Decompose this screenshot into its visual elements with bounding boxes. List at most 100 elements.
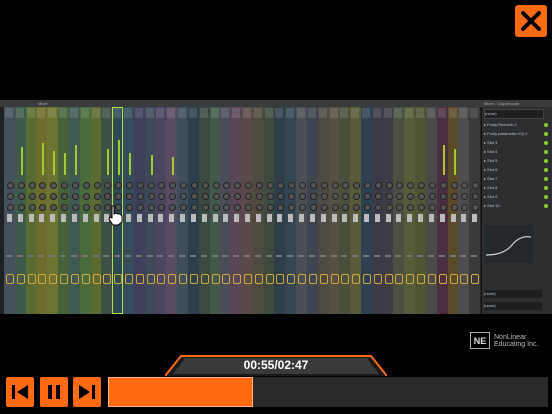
strip-knob[interactable]	[342, 193, 350, 200]
strip-knob[interactable]	[180, 204, 188, 211]
strip-knob[interactable]	[309, 182, 317, 189]
strip-knob[interactable]	[39, 182, 47, 189]
strip-route-badge[interactable]	[157, 274, 166, 284]
strip-knob[interactable]	[385, 193, 393, 200]
strip-route-badge[interactable]	[70, 274, 79, 284]
strip-knob[interactable]	[288, 193, 296, 200]
strip-knob[interactable]	[180, 193, 188, 200]
strip-knob[interactable]	[234, 193, 242, 200]
strip-fader[interactable]	[212, 214, 218, 222]
strip-knob[interactable]	[472, 204, 480, 211]
strip-knob[interactable]	[39, 193, 47, 200]
strip-fader[interactable]	[234, 214, 240, 222]
slot-enable-led[interactable]	[544, 150, 548, 154]
strip-knob[interactable]	[61, 204, 69, 211]
strip-knob[interactable]	[93, 204, 101, 211]
strip-knob[interactable]	[385, 182, 393, 189]
strip-fader[interactable]	[353, 214, 359, 222]
strip-knob[interactable]	[71, 204, 79, 211]
strip-fader[interactable]	[364, 214, 369, 222]
strip-knob[interactable]	[136, 182, 144, 189]
strip-fader[interactable]	[450, 214, 456, 222]
strip-route-badge[interactable]	[179, 274, 188, 284]
strip-knob[interactable]	[180, 182, 188, 189]
strip-fader[interactable]	[320, 214, 326, 222]
strip-knob[interactable]	[277, 193, 285, 200]
progress-bar[interactable]	[108, 377, 548, 407]
strip-fader[interactable]	[93, 214, 99, 222]
strip-route-badge[interactable]	[189, 274, 198, 284]
strip-knob[interactable]	[104, 193, 112, 200]
strip-knob[interactable]	[147, 182, 155, 189]
strip-knob[interactable]	[288, 182, 296, 189]
strip-route-badge[interactable]	[60, 274, 69, 284]
strip-knob[interactable]	[364, 204, 371, 211]
strip-knob[interactable]	[407, 193, 415, 200]
strip-fader[interactable]	[126, 214, 131, 222]
strip-route-badge[interactable]	[92, 274, 101, 284]
strip-knob[interactable]	[234, 182, 242, 189]
strip-knob[interactable]	[255, 204, 263, 211]
strip-route-badge[interactable]	[276, 274, 285, 284]
strip-knob[interactable]	[50, 182, 58, 189]
strip-knob[interactable]	[104, 182, 112, 189]
pause-button[interactable]	[40, 377, 68, 407]
strip-knob[interactable]	[7, 182, 14, 189]
strip-route-badge[interactable]	[395, 274, 404, 284]
strip-route-badge[interactable]	[49, 274, 58, 284]
strip-knob[interactable]	[439, 204, 447, 211]
strip-fader[interactable]	[147, 214, 153, 222]
strip-knob[interactable]	[353, 193, 361, 200]
strip-knob[interactable]	[255, 182, 263, 189]
insert-slot[interactable]: ▸ Slot 6	[484, 166, 542, 174]
strip-knob[interactable]	[374, 182, 382, 189]
strip-knob[interactable]	[331, 204, 339, 211]
strip-knob[interactable]	[266, 193, 274, 200]
strip-knob[interactable]	[126, 182, 133, 189]
slot-enable-led[interactable]	[544, 168, 548, 172]
strip-knob[interactable]	[245, 182, 252, 189]
strip-fader[interactable]	[288, 214, 294, 222]
strip-fader[interactable]	[158, 214, 164, 222]
strip-knob[interactable]	[158, 193, 166, 200]
strip-fader[interactable]	[28, 214, 34, 222]
strip-knob[interactable]	[331, 193, 339, 200]
strip-knob[interactable]	[277, 204, 285, 211]
strip-knob[interactable]	[158, 204, 166, 211]
mixer-strip[interactable]	[469, 107, 481, 314]
strip-knob[interactable]	[245, 204, 252, 211]
strip-route-badge[interactable]	[233, 274, 242, 284]
insert-slot[interactable]: ▸ Slot 8	[484, 184, 542, 192]
strip-knob[interactable]	[472, 182, 480, 189]
strip-route-badge[interactable]	[373, 274, 382, 284]
strip-fader[interactable]	[17, 214, 23, 222]
strip-knob[interactable]	[288, 204, 296, 211]
strip-knob[interactable]	[374, 204, 382, 211]
strip-route-badge[interactable]	[222, 274, 231, 284]
strip-fader[interactable]	[309, 214, 315, 222]
strip-knob[interactable]	[342, 182, 350, 189]
strip-knob[interactable]	[450, 182, 458, 189]
strip-knob[interactable]	[407, 182, 415, 189]
strip-knob[interactable]	[472, 193, 480, 200]
strip-knob[interactable]	[17, 193, 25, 200]
strip-fader[interactable]	[385, 214, 391, 222]
strip-knob[interactable]	[115, 182, 123, 189]
strip-knob[interactable]	[374, 193, 382, 200]
strip-knob[interactable]	[28, 182, 36, 189]
strip-knob[interactable]	[212, 182, 220, 189]
strip-knob[interactable]	[223, 193, 231, 200]
strip-fader[interactable]	[299, 214, 305, 222]
strip-knob[interactable]	[7, 204, 14, 211]
strip-knob[interactable]	[169, 193, 177, 200]
strip-knob[interactable]	[266, 204, 274, 211]
strip-fader[interactable]	[50, 214, 56, 222]
strip-knob[interactable]	[342, 204, 350, 211]
send-dropdown[interactable]: (none)	[484, 302, 542, 310]
strip-route-badge[interactable]	[308, 274, 317, 284]
strip-knob[interactable]	[320, 204, 328, 211]
strip-route-badge[interactable]	[298, 274, 307, 284]
strip-knob[interactable]	[190, 204, 198, 211]
strip-fader[interactable]	[71, 214, 77, 222]
strip-knob[interactable]	[299, 182, 307, 189]
